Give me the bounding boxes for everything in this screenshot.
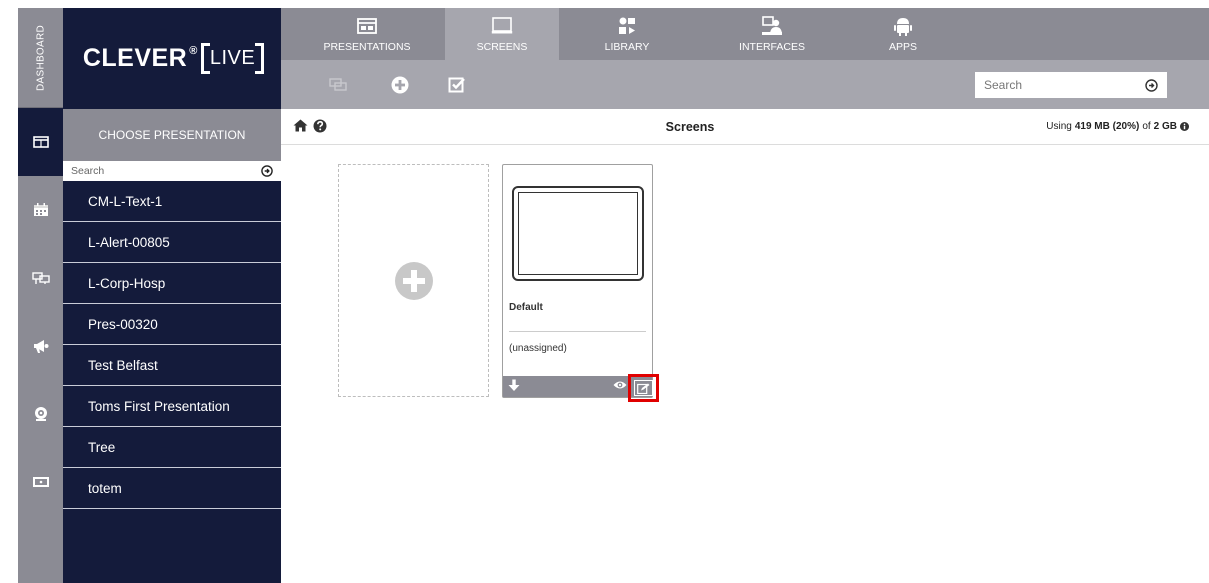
plus-circle-icon bbox=[391, 76, 409, 94]
calendar-icon bbox=[33, 203, 48, 216]
presentation-item[interactable]: Toms First Presentation bbox=[63, 386, 281, 427]
choose-presentation-label: CHOOSE PRESENTATION bbox=[98, 128, 246, 142]
left-rail: DASHBOARD bbox=[18, 8, 63, 583]
tab-screens[interactable]: SCREENS bbox=[445, 8, 559, 60]
rail-alerts-button[interactable] bbox=[18, 312, 63, 380]
rail-webcam-button[interactable] bbox=[18, 380, 63, 448]
tab-label: APPS bbox=[888, 41, 917, 53]
dashboard-tab[interactable]: DASHBOARD bbox=[18, 8, 63, 108]
choose-presentation-button[interactable]: CHOOSE PRESENTATION bbox=[63, 109, 281, 161]
presentation-item[interactable]: L-Alert-00805 bbox=[63, 222, 281, 263]
webcam-icon bbox=[34, 407, 47, 421]
sidebar-search bbox=[63, 161, 281, 181]
monitor-icon bbox=[491, 17, 513, 34]
screen-thumbnail bbox=[512, 186, 644, 281]
display-icon bbox=[32, 477, 49, 487]
screen-card[interactable]: Default (unassigned) bbox=[502, 164, 653, 398]
tab-label: LIBRARY bbox=[604, 41, 650, 53]
logo-live: LIVE bbox=[200, 43, 265, 74]
rail-calendar-button[interactable] bbox=[18, 176, 63, 244]
edit-screen-button[interactable] bbox=[628, 374, 659, 402]
card-divider bbox=[509, 331, 646, 332]
search-go-icon[interactable] bbox=[1145, 78, 1158, 92]
presentation-item-label: CM-L-Text-1 bbox=[88, 193, 163, 209]
usage-of: of bbox=[1142, 121, 1151, 132]
screen-group-icon bbox=[329, 78, 347, 91]
content-header: Screens Using 419 MB (20%) of 2 GB bbox=[281, 109, 1209, 145]
megaphone-icon bbox=[33, 340, 48, 353]
presentation-item-label: L-Corp-Hosp bbox=[88, 275, 166, 291]
download-arrow-icon[interactable] bbox=[508, 379, 520, 392]
select-screens-button[interactable] bbox=[444, 72, 470, 98]
add-screen-card[interactable] bbox=[338, 164, 489, 397]
screen-name: Default bbox=[509, 302, 543, 313]
usage-total: 2 GB bbox=[1153, 121, 1177, 132]
tab-label: PRESENTATIONS bbox=[323, 41, 411, 53]
toolbar-search bbox=[975, 72, 1167, 98]
sidebar-search-input[interactable] bbox=[71, 165, 231, 177]
presentation-item[interactable]: CM-L-Text-1 bbox=[63, 181, 281, 222]
network-icon bbox=[31, 272, 50, 284]
presentation-item[interactable]: Tree bbox=[63, 427, 281, 468]
presentation-item-label: L-Alert-00805 bbox=[88, 234, 170, 250]
page-title: Screens bbox=[665, 120, 715, 134]
presentation-item-label: Tree bbox=[88, 439, 116, 455]
edit-icon bbox=[637, 383, 650, 394]
brand-logo[interactable]: CLEVER ® LIVE bbox=[63, 8, 281, 109]
tab-label: INTERFACES bbox=[739, 41, 805, 53]
screen-status: (unassigned) bbox=[509, 343, 567, 354]
presentation-item-label: Toms First Presentation bbox=[88, 398, 230, 414]
presentation-item-label: totem bbox=[88, 480, 122, 496]
rail-presentations-button[interactable] bbox=[18, 108, 63, 176]
tab-presentations[interactable]: PRESENTATIONS bbox=[317, 8, 417, 60]
eye-icon[interactable] bbox=[613, 380, 627, 390]
presentation-item[interactable]: totem bbox=[63, 468, 281, 509]
logo-text: CLEVER ® LIVE bbox=[82, 43, 265, 74]
android-icon bbox=[894, 18, 912, 36]
interfaces-icon bbox=[762, 16, 782, 35]
presentation-item-label: Pres-00320 bbox=[88, 316, 158, 332]
checkbox-icon bbox=[448, 77, 465, 93]
presentation-item[interactable]: Test Belfast bbox=[63, 345, 281, 386]
storage-usage: Using 419 MB (20%) of 2 GB bbox=[1046, 121, 1189, 132]
rail-network-button[interactable] bbox=[18, 244, 63, 312]
logo-name: CLEVER bbox=[82, 44, 188, 72]
group-screens-button[interactable] bbox=[325, 72, 351, 98]
toolbar-search-input[interactable] bbox=[984, 78, 1124, 92]
library-icon bbox=[619, 17, 635, 34]
presentation-item[interactable]: Pres-00320 bbox=[63, 304, 281, 345]
top-nav: PRESENTATIONS SCREENS LIBRARY INTERFACES… bbox=[281, 8, 1209, 60]
plus-circle-icon bbox=[394, 261, 433, 300]
dashboard-label: DASHBOARD bbox=[35, 24, 46, 91]
usage-prefix: Using bbox=[1046, 121, 1072, 132]
rail-display-button[interactable] bbox=[18, 448, 63, 516]
edit-button-face bbox=[634, 380, 653, 396]
screen-thumbnail-display bbox=[518, 192, 638, 275]
tab-label: SCREENS bbox=[476, 41, 528, 53]
screens-toolbar bbox=[281, 60, 1209, 109]
tab-interfaces[interactable]: INTERFACES bbox=[717, 8, 827, 60]
presentation-icon bbox=[357, 18, 377, 34]
app-window: DASHBOARD CLEVER ® LIVE PRESENTATIONS SC… bbox=[0, 0, 1209, 583]
tab-library[interactable]: LIBRARY bbox=[572, 8, 682, 60]
presentation-sidebar: CHOOSE PRESENTATION CM-L-Text-1 L-Alert-… bbox=[63, 109, 281, 583]
logo-reg: ® bbox=[189, 44, 198, 57]
tab-apps[interactable]: APPS bbox=[863, 8, 943, 60]
usage-amount: 419 MB (20%) bbox=[1074, 121, 1140, 132]
info-icon[interactable] bbox=[1180, 122, 1189, 131]
presentation-item[interactable]: L-Corp-Hosp bbox=[63, 263, 281, 304]
search-go-icon[interactable] bbox=[261, 165, 273, 177]
presentation-icon bbox=[32, 136, 49, 148]
add-screen-button[interactable] bbox=[387, 72, 413, 98]
presentation-item-label: Test Belfast bbox=[88, 357, 158, 373]
